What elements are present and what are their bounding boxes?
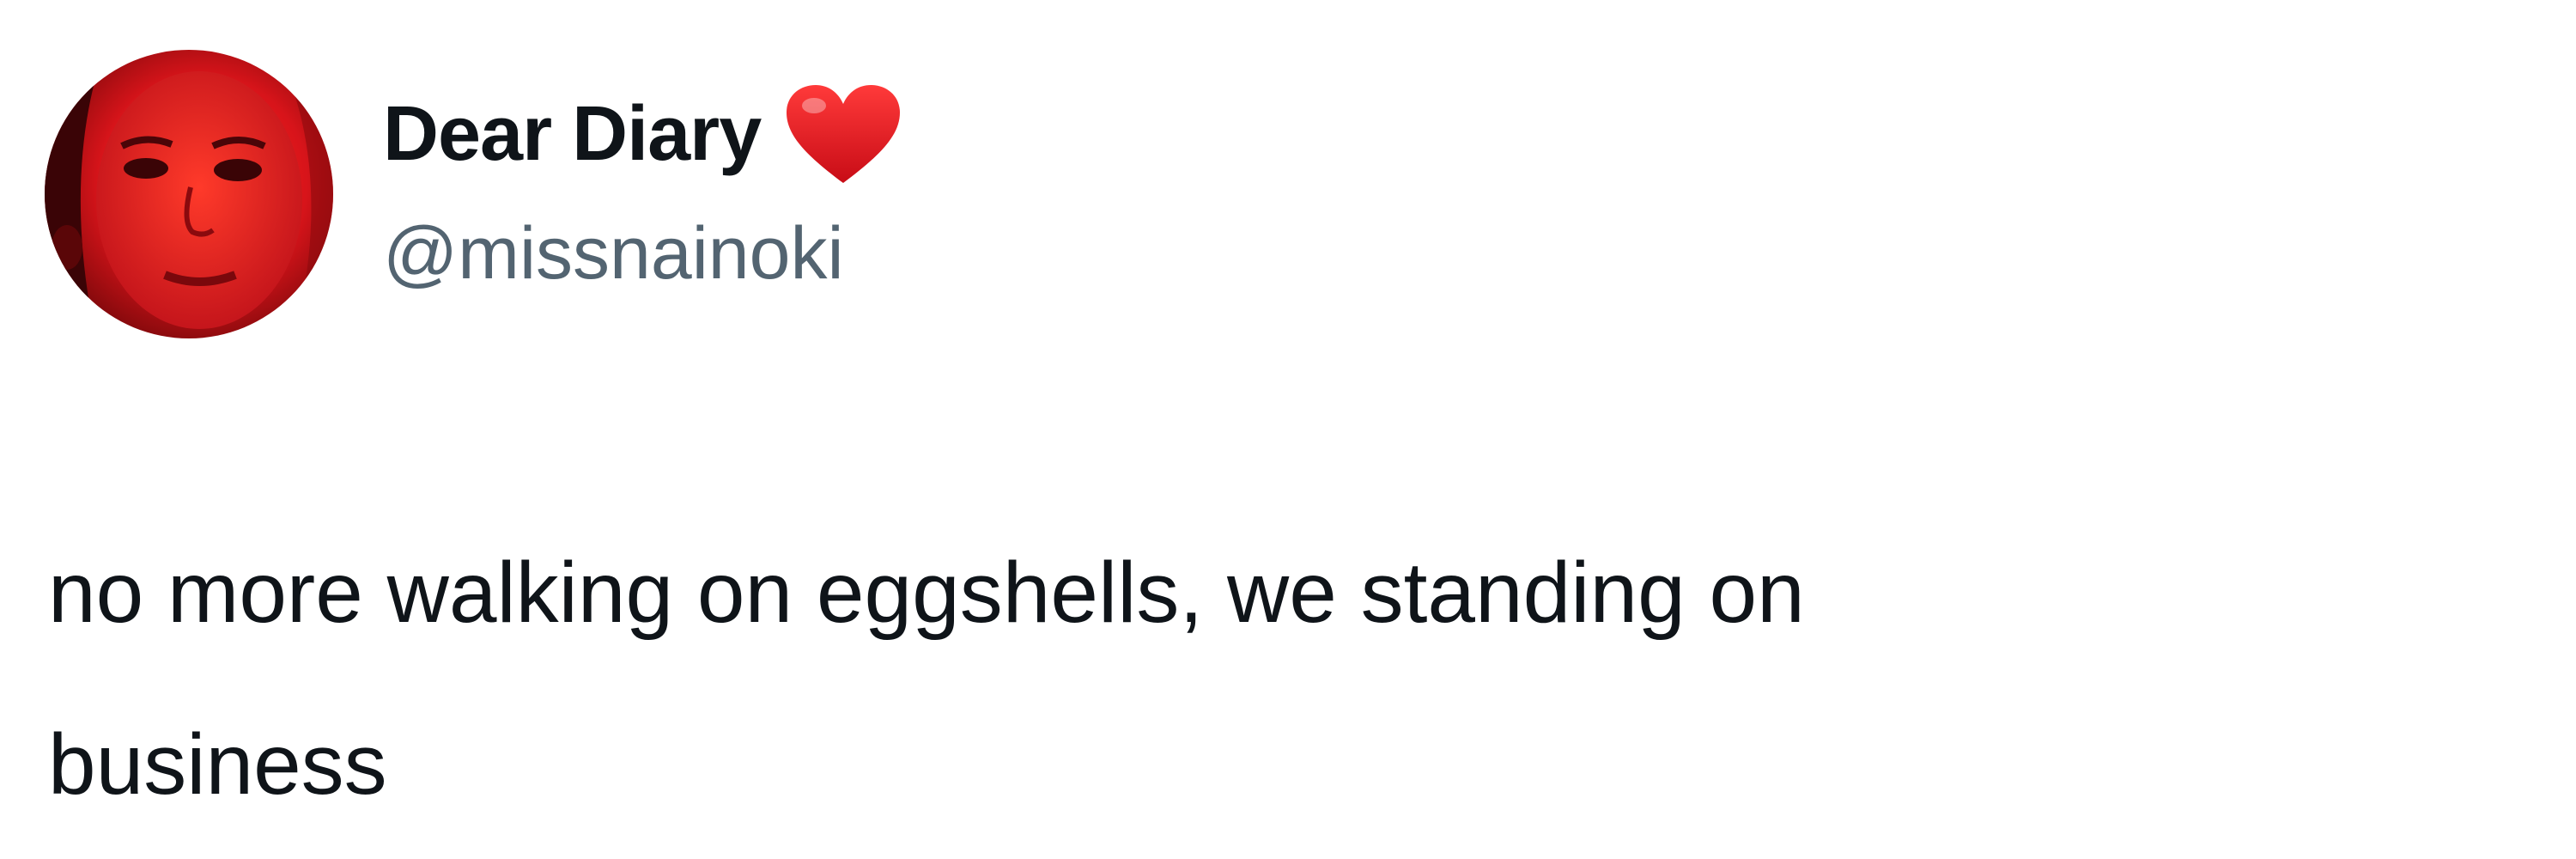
tweet-text: no more walking on eggshells, we standin… — [48, 507, 2366, 850]
avatar-photo — [45, 50, 333, 338]
tweet-card: Dear Diary @missnainoki no more walking … — [0, 0, 2576, 859]
author-handle[interactable]: @missnainoki — [383, 211, 844, 296]
author-name-row: Dear Diary — [383, 82, 903, 186]
tweet-text-line: business — [48, 716, 387, 813]
tweet-text-line: no more walking on eggshells, we standin… — [48, 545, 1805, 641]
heart-icon — [783, 82, 903, 186]
display-name[interactable]: Dear Diary — [383, 90, 762, 179]
avatar[interactable] — [45, 50, 333, 338]
